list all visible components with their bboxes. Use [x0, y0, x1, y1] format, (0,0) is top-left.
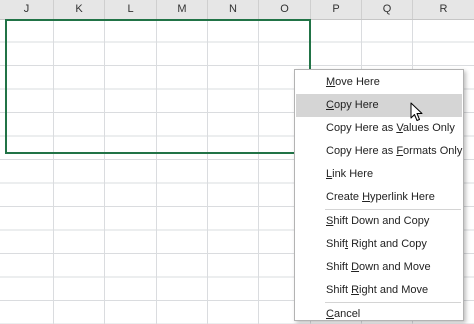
column-header-l[interactable]: L [105, 0, 157, 19]
menu-item-copy-here[interactable]: Copy Here [296, 94, 462, 117]
column-header-m[interactable]: M [157, 0, 208, 19]
selected-range-border[interactable] [5, 19, 311, 154]
column-header-n[interactable]: N [208, 0, 259, 19]
menu-item-create-hyperlink[interactable]: Create Hyperlink Here [296, 186, 462, 209]
menu-item-copy-values-only[interactable]: Copy Here as Values Only [296, 117, 462, 140]
menu-item-link-here[interactable]: Link Here [296, 163, 462, 186]
menu-item-move-here[interactable]: Move Here [296, 71, 462, 94]
column-header-r[interactable]: R [413, 0, 474, 19]
column-header-p[interactable]: P [311, 0, 362, 19]
column-header-o[interactable]: O [259, 0, 311, 19]
menu-item-copy-formats-only[interactable]: Copy Here as Formats Only [296, 140, 462, 163]
spreadsheet-grid[interactable]: J K L M N O P Q R Move Here Copy Here Co… [0, 0, 474, 324]
arrow-cursor-icon [410, 102, 423, 121]
menu-item-shift-down-copy[interactable]: Shift Down and Copy [296, 210, 462, 233]
menu-item-shift-right-copy[interactable]: Shift Right and Copy [296, 233, 462, 256]
menu-item-shift-right-move[interactable]: Shift Right and Move [296, 279, 462, 302]
menu-item-cancel[interactable]: Cancel [296, 303, 462, 324]
column-header-q[interactable]: Q [362, 0, 413, 19]
column-header-k[interactable]: K [54, 0, 105, 19]
menu-item-shift-down-move[interactable]: Shift Down and Move [296, 256, 462, 279]
column-header-row: J K L M N O P Q R [0, 0, 474, 20]
column-header-j[interactable]: J [0, 0, 54, 19]
drag-context-menu: Move Here Copy Here Copy Here as Values … [294, 69, 464, 321]
